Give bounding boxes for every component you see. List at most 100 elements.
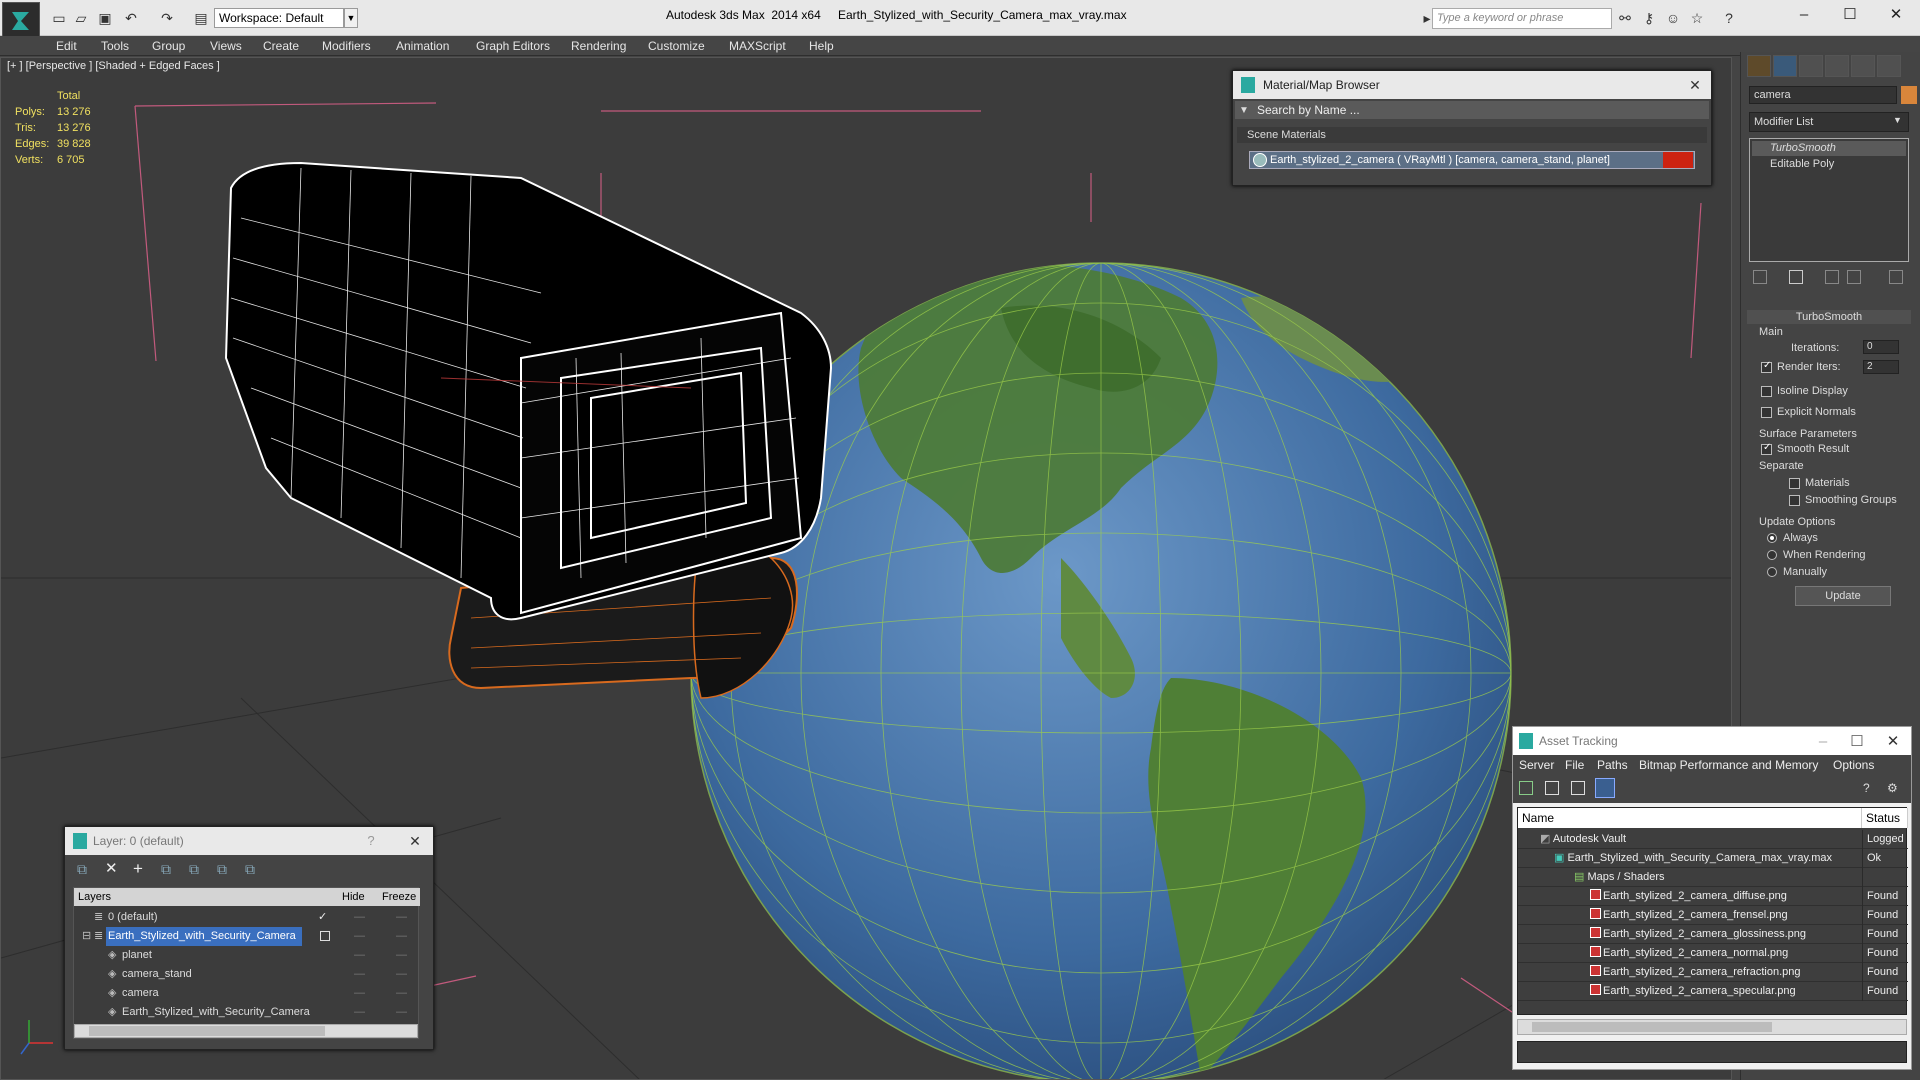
rollout-title[interactable]: TurboSmooth xyxy=(1747,310,1911,324)
when-rendering-radio[interactable] xyxy=(1767,550,1777,560)
menu-maxscript[interactable]: MAXScript xyxy=(729,36,786,56)
close-icon[interactable]: ✕ xyxy=(1881,731,1905,753)
new-file-icon[interactable]: ▭ xyxy=(50,10,68,26)
manually-radio[interactable] xyxy=(1767,567,1777,577)
stack-item-editable-poly[interactable]: Editable Poly xyxy=(1752,157,1906,172)
motion-tab-icon[interactable] xyxy=(1825,55,1849,77)
key-icon[interactable]: ⚷ xyxy=(1640,10,1658,26)
close-icon[interactable]: ✕ xyxy=(405,831,425,851)
freeze-all-icon[interactable]: ⧉ xyxy=(245,861,261,877)
render-iters-spinner[interactable]: 2 xyxy=(1863,360,1899,374)
smoothing-groups-checkbox[interactable] xyxy=(1789,495,1800,506)
menu-modifiers[interactable]: Modifiers xyxy=(322,36,371,56)
stack-item-turbosmooth[interactable]: TurboSmooth xyxy=(1752,141,1906,156)
isoline-checkbox[interactable] xyxy=(1761,386,1772,397)
material-search-input[interactable]: Search by Name ... xyxy=(1235,101,1709,119)
menu-edit[interactable]: Edit xyxy=(56,36,77,56)
thumbnail-view-icon[interactable] xyxy=(1571,781,1585,795)
object-color-swatch[interactable] xyxy=(1901,86,1917,104)
chevron-down-icon[interactable]: ▼ xyxy=(1893,115,1902,125)
app-logo-button[interactable] xyxy=(2,2,40,38)
layer-row[interactable]: ◈ planet — — xyxy=(74,946,420,965)
asset-row[interactable]: Earth_stylized_2_camera_frensel.png Foun… xyxy=(1518,906,1908,925)
menu-create[interactable]: Create xyxy=(263,36,299,56)
freeze-toggle[interactable]: — xyxy=(396,946,407,965)
close-icon[interactable]: ✕ xyxy=(1685,75,1705,95)
maximize-icon[interactable]: ☐ xyxy=(1845,731,1869,753)
settings-icon[interactable]: ⚙ xyxy=(1887,781,1901,795)
scene-materials-section[interactable]: Scene Materials xyxy=(1237,127,1707,143)
asset-menu-server[interactable]: Server xyxy=(1519,755,1554,775)
active-layer-check-icon[interactable]: ✓ xyxy=(318,908,327,927)
horizontal-scrollbar[interactable] xyxy=(74,1024,418,1038)
asset-row[interactable]: ▤ Maps / Shaders xyxy=(1518,868,1908,887)
horizontal-scrollbar[interactable] xyxy=(1517,1019,1907,1035)
redo-icon[interactable]: ↷ xyxy=(158,10,176,26)
delete-layer-icon[interactable]: ✕ xyxy=(105,861,121,877)
freeze-column-header[interactable]: Freeze xyxy=(378,888,420,906)
select-objects-icon[interactable]: ⧉ xyxy=(161,861,177,877)
layer-object-name[interactable]: Earth_Stylized_with_Security_Camera xyxy=(122,1003,310,1022)
asset-row[interactable]: Earth_stylized_2_camera_specular.png Fou… xyxy=(1518,982,1908,1001)
hide-toggle[interactable]: — xyxy=(354,946,365,965)
highlight-layer-icon[interactable]: ⧉ xyxy=(189,861,205,877)
menu-graph-editors[interactable]: Graph Editors xyxy=(476,36,550,56)
list-view-icon[interactable] xyxy=(1545,781,1559,795)
layer-row[interactable]: ◈ camera_stand — — xyxy=(74,965,420,984)
asset-row[interactable]: Earth_stylized_2_camera_refraction.png F… xyxy=(1518,963,1908,982)
menu-tools[interactable]: Tools xyxy=(101,36,129,56)
menu-group[interactable]: Group xyxy=(152,36,185,56)
show-end-result-icon[interactable] xyxy=(1789,270,1803,284)
open-file-icon[interactable]: ▱ xyxy=(72,10,90,26)
viewport-label[interactable]: [+ ] [Perspective ] [Shaded + Edged Face… xyxy=(7,60,220,72)
asset-row[interactable]: Earth_stylized_2_camera_normal.png Found xyxy=(1518,944,1908,963)
modifier-list-dropdown[interactable]: Modifier List xyxy=(1749,112,1909,132)
object-name-field[interactable]: camera xyxy=(1749,86,1897,104)
freeze-toggle[interactable]: — xyxy=(396,908,407,927)
explicit-normals-checkbox[interactable] xyxy=(1761,407,1772,418)
utilities-tab-icon[interactable] xyxy=(1877,55,1901,77)
freeze-toggle[interactable]: — xyxy=(396,1003,407,1022)
render-iters-checkbox[interactable] xyxy=(1761,360,1772,373)
asset-row[interactable]: ▣ Earth_Stylized_with_Security_Camera_ma… xyxy=(1518,849,1908,868)
smooth-result-checkbox[interactable] xyxy=(1761,442,1772,455)
freeze-toggle[interactable]: — xyxy=(396,927,407,946)
make-unique-icon[interactable] xyxy=(1825,270,1839,284)
scrollbar-thumb[interactable] xyxy=(89,1026,325,1036)
name-column-header[interactable]: Name xyxy=(1518,808,1862,828)
freeze-toggle[interactable]: — xyxy=(396,965,407,984)
modify-tab-icon[interactable] xyxy=(1773,55,1797,77)
hide-column-header[interactable]: Hide xyxy=(338,888,378,906)
people-icon[interactable]: ☺ xyxy=(1664,10,1682,26)
layer-object-name[interactable]: camera xyxy=(122,984,159,1003)
minimize-icon[interactable]: – xyxy=(1792,4,1816,26)
layer-name[interactable]: 0 (default) xyxy=(106,908,160,927)
binoculars-icon[interactable]: ⚯ xyxy=(1616,10,1634,26)
update-button[interactable]: Update xyxy=(1795,586,1891,606)
collapse-icon[interactable]: ⊟ xyxy=(82,927,91,946)
layer-name[interactable]: Earth_Stylized_with_Security_Camera xyxy=(106,927,302,946)
add-to-layer-icon[interactable]: + xyxy=(133,860,149,877)
hierarchy-tab-icon[interactable] xyxy=(1799,55,1823,77)
help-icon[interactable]: ? xyxy=(1720,10,1738,26)
always-radio[interactable] xyxy=(1767,533,1777,543)
asset-row[interactable]: ◩ Autodesk Vault Logged O xyxy=(1518,830,1908,849)
workspace-dropdown[interactable]: Workspace: Default xyxy=(214,8,344,28)
freeze-toggle[interactable]: — xyxy=(396,984,407,1003)
hide-toggle[interactable]: — xyxy=(354,927,365,946)
undo-icon[interactable]: ↶ xyxy=(122,10,140,26)
layer-row[interactable]: ⊟ ≣ Earth_Stylized_with_Security_Camera … xyxy=(74,927,420,946)
help-icon[interactable]: ? xyxy=(1863,781,1877,795)
status-column-header[interactable]: Status xyxy=(1862,808,1908,828)
table-view-icon[interactable] xyxy=(1595,778,1615,798)
refresh-icon[interactable] xyxy=(1519,781,1533,795)
star-icon[interactable]: ☆ xyxy=(1688,10,1706,26)
hide-toggle[interactable]: — xyxy=(354,965,365,984)
layer-object-name[interactable]: camera_stand xyxy=(122,965,192,984)
save-file-icon[interactable]: ▣ xyxy=(96,10,114,26)
menu-animation[interactable]: Animation xyxy=(396,36,449,56)
layer-row[interactable]: ◈ Earth_Stylized_with_Security_Camera — … xyxy=(74,1003,420,1022)
material-item[interactable]: Earth_stylized_2_camera ( VRayMtl ) [cam… xyxy=(1249,151,1695,169)
hide-all-icon[interactable]: ⧉ xyxy=(217,861,233,877)
menu-help[interactable]: Help xyxy=(809,36,834,56)
